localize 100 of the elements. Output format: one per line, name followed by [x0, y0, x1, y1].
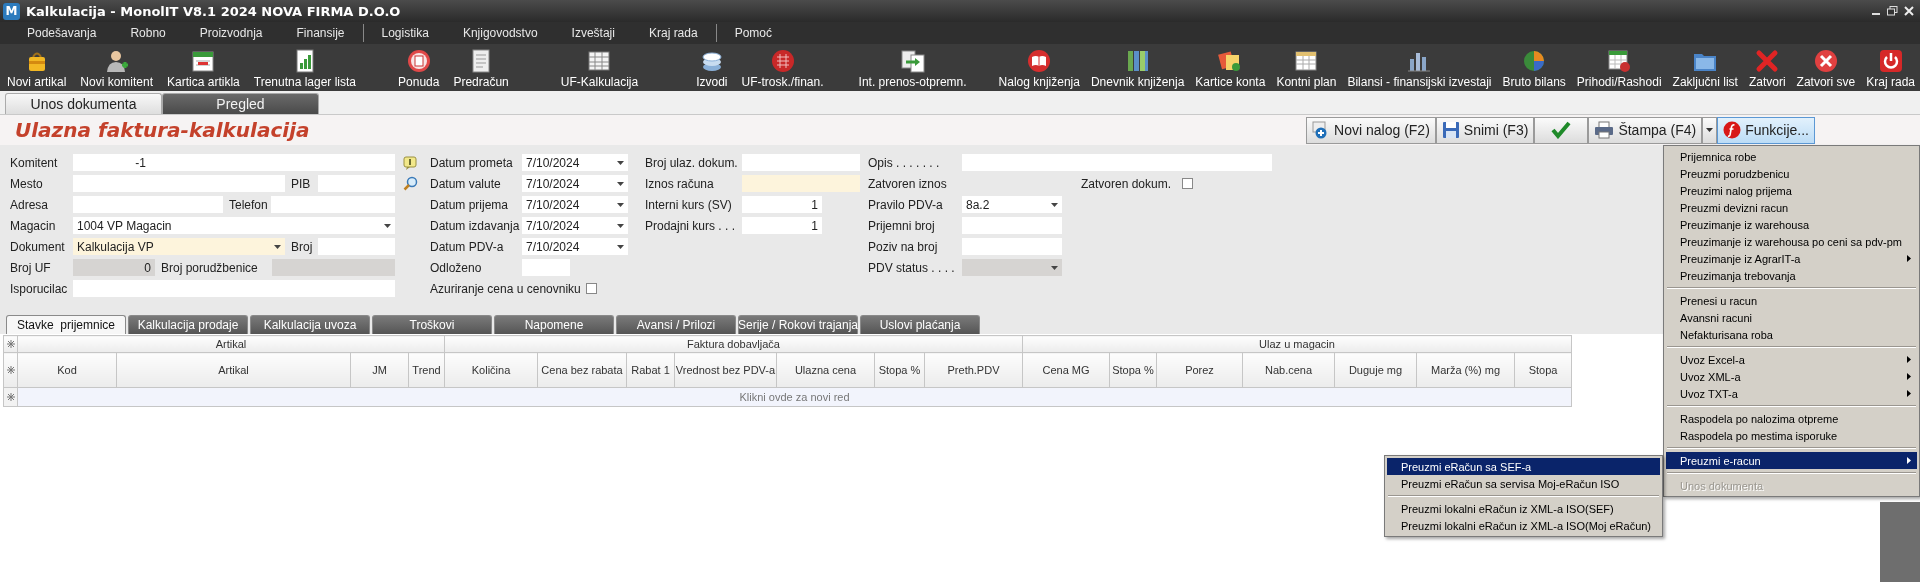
- toolbar-button[interactable]: Novi komitent: [77, 49, 157, 89]
- toolbar-button[interactable]: Izvodi: [693, 49, 731, 89]
- toolbar-button[interactable]: Kontni plan: [1273, 49, 1340, 89]
- dropdown-field[interactable]: 7/10/2024: [522, 217, 628, 234]
- caret-icon[interactable]: [1051, 202, 1058, 207]
- close-icon[interactable]: [1904, 6, 1914, 16]
- tab[interactable]: Kalkulacija prodaje: [128, 315, 248, 334]
- menu-item[interactable]: Podešavanja: [10, 23, 114, 43]
- caret-icon[interactable]: [617, 202, 624, 207]
- toolbar-button[interactable]: Bruto bilans: [1499, 49, 1569, 89]
- input-field[interactable]: -1: [73, 154, 150, 171]
- menu-item[interactable]: Preuzmi devizni racun: [1666, 199, 1917, 216]
- checkbox[interactable]: [586, 283, 597, 294]
- menu-item[interactable]: Avansni racuni: [1666, 309, 1917, 326]
- action-button[interactable]: Snimi (F3): [1435, 116, 1535, 144]
- search-icon[interactable]: [402, 176, 418, 191]
- action-button[interactable]: Štampa (F4): [1588, 116, 1703, 144]
- tab[interactable]: Stavke prijemnice: [6, 315, 126, 334]
- toolbar-button[interactable]: Nalog knjiženja: [995, 49, 1083, 89]
- caret-icon[interactable]: [617, 244, 624, 249]
- toolbar-button[interactable]: Dnevnik knjiženja: [1087, 49, 1188, 89]
- column-header[interactable]: Nab.cena: [1242, 352, 1335, 388]
- dropdown-button[interactable]: [1702, 116, 1718, 144]
- column-header[interactable]: Preth.PDV: [924, 352, 1023, 388]
- column-header[interactable]: Porez: [1156, 352, 1243, 388]
- menu-item[interactable]: Preuzimanja trebovanja: [1666, 267, 1917, 284]
- toolbar-button[interactable]: Trenutna lager lista: [250, 49, 360, 89]
- tab[interactable]: Napomene: [494, 315, 614, 334]
- action-button[interactable]: [1534, 116, 1589, 144]
- column-header[interactable]: Marža (%) mg: [1416, 352, 1515, 388]
- dropdown-field[interactable]: 7/10/2024: [522, 154, 628, 171]
- tab[interactable]: Avansi / Prilozi: [616, 315, 736, 334]
- menu-item[interactable]: Preuzmi e-racun: [1666, 452, 1917, 469]
- caret-icon[interactable]: [617, 223, 624, 228]
- toolbar-button[interactable]: Predračun: [450, 49, 512, 89]
- column-header[interactable]: JM: [350, 352, 409, 388]
- column-header[interactable]: Stopa: [1514, 352, 1572, 388]
- checkbox[interactable]: [1182, 178, 1193, 189]
- column-header[interactable]: Duguje mg: [1334, 352, 1417, 388]
- menu-item[interactable]: Izveštaji: [554, 23, 632, 43]
- menu-item[interactable]: Finansije: [279, 23, 362, 43]
- toolbar-button[interactable]: Zatvori: [1745, 49, 1789, 89]
- tab[interactable]: Unos dokumenta: [5, 93, 162, 114]
- column-header[interactable]: Ulazna cena: [776, 352, 875, 388]
- caret-icon[interactable]: [617, 160, 624, 165]
- column-header[interactable]: Kod: [17, 352, 117, 388]
- toolbar-button[interactable]: Novi artikal: [4, 49, 70, 89]
- menu-item[interactable]: Preuzimi nalog prijema: [1666, 182, 1917, 199]
- menu-item[interactable]: Preuzmi eRačun sa SEF-a: [1387, 458, 1660, 475]
- column-header[interactable]: Stopa %: [874, 352, 925, 388]
- menu-item[interactable]: Logistika: [364, 23, 446, 43]
- menu-item[interactable]: Preuzmi eRačun sa servisa Moj-eRačun ISO: [1387, 475, 1660, 492]
- toolbar-button[interactable]: Bilansi - finansijski izvestaji: [1344, 49, 1495, 89]
- tab[interactable]: Pregled: [162, 93, 319, 114]
- action-button[interactable]: Novi nalog (F2): [1306, 116, 1436, 144]
- toolbar-button[interactable]: UF-trosk./finan.: [738, 49, 827, 89]
- menu-item[interactable]: Raspodela po mestima isporuke: [1666, 427, 1917, 444]
- menu-item[interactable]: Raspodela po nalozima otpreme: [1666, 410, 1917, 427]
- menu-item[interactable]: Knjigovodstvo: [445, 23, 555, 43]
- toolbar-button[interactable]: Zaključni list: [1669, 49, 1741, 89]
- dropdown-field[interactable]: 8a.2: [962, 196, 1062, 213]
- toolbar-button[interactable]: Zatvori sve: [1793, 49, 1859, 89]
- menu-item[interactable]: Proizvodnja: [182, 23, 280, 43]
- menu-item[interactable]: Preuzmi lokalni eRačun iz XML-a ISO(Moj eRačun): [1387, 517, 1660, 534]
- column-header[interactable]: Vrednost bez PDV-a: [674, 352, 777, 388]
- column-header[interactable]: Rabat 1: [626, 352, 675, 388]
- tab[interactable]: Serije / Rokovi trajanja: [738, 315, 858, 334]
- input-field[interactable]: 1: [742, 196, 822, 213]
- menu-item[interactable]: Preuzimanje iz warehousa: [1666, 216, 1917, 233]
- caret-icon[interactable]: [384, 223, 391, 228]
- menu-item[interactable]: Prijemnica robe: [1666, 148, 1917, 165]
- menu-item[interactable]: Nefakturisana roba: [1666, 326, 1917, 343]
- dropdown-field[interactable]: 7/10/2024: [522, 238, 628, 255]
- dropdown-field[interactable]: 7/10/2024: [522, 175, 628, 192]
- dropdown-field[interactable]: Kalkulacija VP: [73, 238, 285, 255]
- menu-item[interactable]: Preuzmi porudzbenicu: [1666, 165, 1917, 182]
- menu-item[interactable]: Uvoz Excel-a: [1666, 351, 1917, 368]
- column-header[interactable]: Cena bez rabata: [537, 352, 627, 388]
- dropdown-field[interactable]: 7/10/2024: [522, 196, 628, 213]
- dropdown-field[interactable]: 1004 VP Magacin: [73, 217, 395, 234]
- column-header[interactable]: Količina: [444, 352, 538, 388]
- info-icon[interactable]: [403, 155, 417, 170]
- menu-item[interactable]: Preuzimanje iz warehousa po ceni sa pdv-pm: [1666, 233, 1917, 250]
- menu-item[interactable]: Robno: [113, 23, 183, 43]
- caret-icon[interactable]: [617, 181, 624, 186]
- menu-item[interactable]: Uvoz TXT-a: [1666, 385, 1917, 402]
- action-button[interactable]: Funkcije...: [1717, 116, 1815, 144]
- menu-item[interactable]: Pomoć: [717, 23, 789, 43]
- toolbar-button[interactable]: UF-Kalkulacija: [557, 49, 642, 89]
- tab[interactable]: Troškovi: [372, 315, 492, 334]
- tab[interactable]: Uslovi plaćanja: [860, 315, 980, 334]
- toolbar-button[interactable]: Kartica artikla: [164, 49, 243, 89]
- menu-item[interactable]: Prenesi u racun: [1666, 292, 1917, 309]
- column-header[interactable]: Artikal: [116, 352, 351, 388]
- tab[interactable]: Kalkulacija uvoza: [250, 315, 370, 334]
- column-header[interactable]: Stopa %: [1109, 352, 1157, 388]
- toolbar-button[interactable]: Ponuda: [395, 49, 443, 89]
- toolbar-button[interactable]: Kartice konta: [1192, 49, 1269, 89]
- menu-item[interactable]: Kraj rada: [631, 23, 715, 43]
- input-field[interactable]: 1: [742, 217, 822, 234]
